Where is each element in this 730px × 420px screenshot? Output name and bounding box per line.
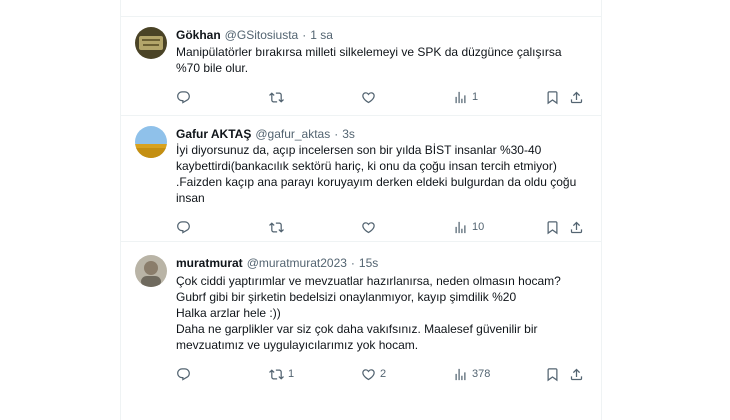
share-icon [569,90,584,105]
tweet-gokhan[interactable]: Gökhan @GSitosiusta · 1 sa Manipülatörler b… [121,17,601,116]
share-icon [569,220,584,235]
author-name[interactable]: muratmurat [176,256,243,270]
views-button[interactable]: 1 [453,88,478,106]
heart-icon [361,367,376,382]
tweet-text-line: %70 bile olur. [176,61,249,75]
heart-icon [361,220,376,235]
reply-icon [176,220,191,235]
retweet-icon [269,220,284,235]
timeline-page: Gökhan @GSitosiusta · 1 sa Manipülatörler b… [0,0,730,420]
tweet-actions: 1 [176,88,593,106]
retweet-icon [269,90,284,105]
reply-button[interactable] [176,88,195,106]
timestamp[interactable]: 3s [342,127,355,141]
bookmark-icon [545,367,560,382]
tweet-text: İyi diyorsunuz da, açıp incelersen son b… [176,142,587,206]
tweet-actions: 1 2 378 [176,365,593,383]
author-name[interactable]: Gökhan [176,28,221,42]
bookmark-button[interactable] [545,88,560,106]
bookmark-button[interactable] [545,218,560,236]
views-count: 378 [472,368,491,380]
timestamp[interactable]: 15s [359,256,378,270]
author-handle[interactable]: @gafur_aktas [255,127,330,141]
like-button[interactable]: 2 [361,365,386,383]
tweet-text-line: .Faizden kaçıp ana parayı koruyayım derk… [176,175,577,189]
replies-column: Gökhan @GSitosiusta · 1 sa Manipülatörler b… [120,0,602,420]
tweet-text: Manipülatörler bırakırsa milleti silkele… [176,44,587,76]
retweet-count: 1 [288,368,295,380]
views-chart-icon [453,367,468,382]
tweet-text-line: mevzuatımız ve uygulayıcılarımız yok hoc… [176,338,419,352]
author-name[interactable]: Gafur AKTAŞ [176,127,251,141]
divider [121,115,601,116]
author-handle[interactable]: @GSitosiusta [225,28,299,42]
heart-icon [361,90,376,105]
views-button[interactable]: 378 [453,365,490,383]
meta-separator: · [302,28,307,42]
tweet-header: Gökhan @GSitosiusta · 1 sa [176,27,589,43]
like-button[interactable] [361,88,380,106]
author-handle[interactable]: @muratmurat2023 [247,256,347,270]
views-button[interactable]: 10 [453,218,484,236]
reply-button[interactable] [176,365,195,383]
avatar[interactable] [135,255,167,287]
like-button[interactable] [361,218,380,236]
tweet-text-line: Gubrf gibi bir şirketin bedelsizi onayla… [176,290,517,304]
tweet-text: Çok ciddi yaptırımlar ve mevzuatlar hazı… [176,273,587,353]
reply-icon [176,367,191,382]
tweet-header: Gafur AKTAŞ @gafur_aktas · 3s [176,126,589,142]
views-chart-icon [453,90,468,105]
bookmark-icon [545,220,560,235]
share-button[interactable] [569,365,584,383]
retweet-button[interactable]: 1 [269,365,294,383]
views-count: 1 [472,91,479,103]
tweet-text-line: Manipülatörler bırakırsa milleti silkele… [176,45,562,59]
share-button[interactable] [569,88,584,106]
tweet-gafur[interactable]: Gafur AKTAŞ @gafur_aktas · 3s İyi diyorsunu… [121,117,601,242]
avatar[interactable] [135,27,167,59]
retweet-button[interactable] [269,218,288,236]
retweet-button[interactable] [269,88,288,106]
retweet-icon [269,367,284,382]
tweet-text-line: kaybettirdi(bankacılık sektörü hariç, ki… [176,159,557,173]
share-button[interactable] [569,218,584,236]
reply-icon [176,90,191,105]
tweet-muratmurat[interactable]: muratmurat @muratmurat2023 · 15s Çok ciddi … [121,243,601,393]
avatar[interactable] [135,126,167,158]
tweet-actions: 10 [176,218,593,236]
meta-separator: · [334,127,339,141]
timestamp[interactable]: 1 sa [310,28,333,42]
reply-button[interactable] [176,218,195,236]
divider [121,241,601,242]
tweet-text-line: insan [176,191,205,205]
tweet-text-line: İyi diyorsunuz da, açıp incelersen son b… [176,143,542,157]
bookmark-button[interactable] [545,365,560,383]
tweet-text-line: Çok ciddi yaptırımlar ve mevzuatlar hazı… [176,274,561,288]
views-count: 10 [472,221,485,233]
tweet-text-line: Halka arzlar hele :)) [176,306,281,320]
bookmark-icon [545,90,560,105]
share-icon [569,367,584,382]
tweet-header: muratmurat @muratmurat2023 · 15s [176,255,589,271]
like-count: 2 [380,368,387,380]
meta-separator: · [350,256,355,270]
views-chart-icon [453,220,468,235]
tweet-text-line: Daha ne garplikler var siz çok daha vakı… [176,322,538,336]
